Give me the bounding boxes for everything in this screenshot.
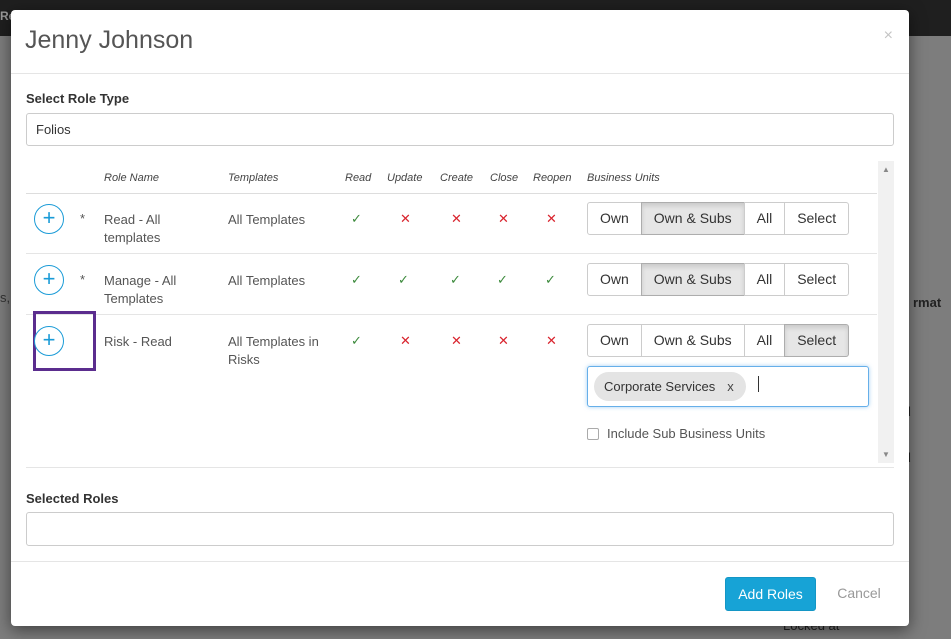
background-text: rmat [913,295,942,310]
role-templates: All Templates [228,273,306,288]
column-header-business-units: Business Units [587,172,660,184]
bu-select-button[interactable]: Select [784,202,850,235]
perm-read-check-icon: ✓ [351,333,362,348]
bu-own-subs-button[interactable]: Own & Subs [640,263,745,296]
column-header-update: Update [387,172,423,184]
add-role-plus-icon[interactable]: + [34,265,64,295]
cancel-button[interactable]: Cancel [824,577,894,611]
roles-table: Role Name Templates Read Update Create C… [26,161,894,463]
column-header-templates: Templates [228,172,279,184]
bu-own-button[interactable]: Own [587,263,642,296]
default-role-asterisk: * [80,211,86,226]
bu-select-button[interactable]: Select [784,324,850,357]
dialog-footer: Add Roles Cancel [11,561,909,626]
column-header-close: Close [490,172,519,184]
column-header-role-name: Role Name [104,172,160,184]
dialog-header: Jenny Johnson × [11,10,909,74]
add-role-plus-icon[interactable]: + [34,326,64,356]
business-unit-toggle: Own Own & Subs All Select [587,263,850,296]
column-header-reopen: Reopen [533,172,572,184]
remove-unit-icon[interactable]: x [727,379,734,394]
include-sub-units-checkbox[interactable] [587,427,599,440]
business-unit-toggle: Own Own & Subs All Select [587,202,850,235]
dialog-title: Jenny Johnson [25,26,194,54]
bu-all-button[interactable]: All [743,202,786,235]
selected-unit-label: Corporate Services [604,379,716,394]
selected-unit-chip: Corporate Services x [594,372,746,401]
roles-scrollbar[interactable]: ▲ ▼ [878,161,894,463]
row-divider [26,253,877,254]
perm-create-check-icon: ✓ [450,272,461,287]
bu-own-subs-button[interactable]: Own & Subs [640,324,745,357]
column-header-read: Read [345,172,372,184]
perm-read-check-icon: ✓ [351,272,362,287]
bu-select-button[interactable]: Select [784,263,850,296]
default-role-asterisk: * [80,272,86,287]
perm-update-check-icon: ✓ [398,272,409,287]
text-caret [758,376,759,392]
role-templates: All Templates in Risks [228,334,319,367]
perm-create-cross-icon: ✕ [451,211,462,226]
selected-roles-field[interactable] [26,512,894,546]
scroll-down-icon[interactable]: ▼ [882,450,890,459]
close-icon[interactable]: × [884,27,893,45]
include-sub-units-option[interactable]: Include Sub Business Units [587,426,765,441]
selected-roles-label: Selected Roles [26,491,119,506]
scroll-up-icon[interactable]: ▲ [882,165,890,174]
role-name: Manage - All Templates [104,273,177,306]
role-type-label: Select Role Type [26,91,130,106]
perm-reopen-cross-icon: ✕ [546,211,557,226]
perm-read-check-icon: ✓ [351,211,362,226]
bu-all-button[interactable]: All [743,263,786,296]
add-role-plus-icon[interactable]: + [34,204,64,234]
add-roles-dialog: Jenny Johnson × Select Role Type Folios … [11,10,909,626]
add-roles-button[interactable]: Add Roles [725,577,816,611]
row-divider [26,314,877,315]
include-sub-units-label: Include Sub Business Units [607,426,766,441]
bu-own-button[interactable]: Own [587,324,642,357]
section-divider [26,467,894,468]
role-templates: All Templates [228,212,306,227]
business-unit-tag-input[interactable]: Corporate Services x [587,366,869,407]
role-type-select[interactable]: Folios [26,113,894,146]
perm-close-cross-icon: ✕ [498,333,509,348]
bu-own-button[interactable]: Own [587,202,642,235]
perm-reopen-check-icon: ✓ [545,272,556,287]
perm-reopen-cross-icon: ✕ [546,333,557,348]
perm-close-cross-icon: ✕ [498,211,509,226]
header-divider [26,193,877,194]
role-name: Read - All templates [104,212,161,245]
bu-own-subs-button[interactable]: Own & Subs [640,202,745,235]
perm-create-cross-icon: ✕ [451,333,462,348]
perm-close-check-icon: ✓ [497,272,508,287]
bu-all-button[interactable]: All [743,324,786,357]
role-name: Risk - Read [104,334,172,349]
perm-update-cross-icon: ✕ [400,211,411,226]
column-header-create: Create [440,172,474,184]
perm-update-cross-icon: ✕ [400,333,411,348]
business-unit-toggle: Own Own & Subs All Select [587,324,850,357]
